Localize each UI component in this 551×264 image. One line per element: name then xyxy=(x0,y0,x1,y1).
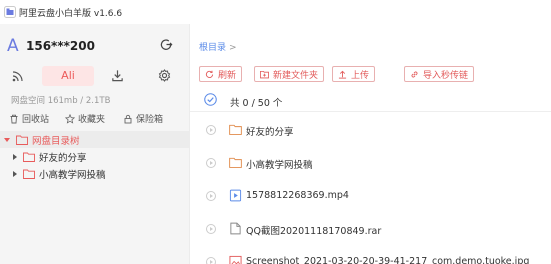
logout-icon[interactable] xyxy=(160,38,173,51)
trash-icon xyxy=(10,114,18,123)
folder-icon xyxy=(23,152,35,162)
account-name[interactable]: 156***200 xyxy=(26,39,95,53)
refresh-label: 刷新 xyxy=(218,70,237,81)
recycle-bin-label: 回收站 xyxy=(22,115,50,125)
tab-ali[interactable]: Ali xyxy=(42,66,94,86)
safe-box-link[interactable]: 保险箱 xyxy=(123,112,163,125)
lock-icon xyxy=(124,114,132,123)
quick-links: 回收站 收藏夹 保险箱 xyxy=(0,112,190,126)
download-icon[interactable] xyxy=(111,69,124,82)
list-header: 共 0 / 50 个 xyxy=(190,88,551,112)
breadcrumb: 根目录 > xyxy=(199,40,237,53)
expand-arrow-icon[interactable] xyxy=(13,154,17,160)
recycle-bin-link[interactable]: 回收站 xyxy=(9,112,49,125)
image-file-icon xyxy=(229,255,242,264)
row-checkbox[interactable] xyxy=(206,257,216,264)
tree-item-xiaogao[interactable]: 小高教学网投稿 xyxy=(13,166,106,182)
import-link-button[interactable]: 导入秒传链 xyxy=(404,66,475,82)
star-icon xyxy=(65,113,75,124)
folder-icon xyxy=(23,169,35,179)
safe-box-label: 保险箱 xyxy=(136,115,164,125)
sidebar: A 156***200 Ali 网盘空间 161mb / 2.1TB 回收站 收… xyxy=(0,24,190,264)
favorites-link[interactable]: 收藏夹 xyxy=(65,112,105,125)
tree-root[interactable]: 网盘目录树 xyxy=(4,132,80,148)
favorites-label: 收藏夹 xyxy=(78,115,106,125)
app-logo-icon xyxy=(4,6,16,18)
upload-label: 上传 xyxy=(351,70,370,81)
breadcrumb-root[interactable]: 根目录 xyxy=(199,43,226,53)
file-name: Screenshot_2021-03-20-20-39-41-217_com.d… xyxy=(246,256,530,264)
title-bar: 阿里云盘小白羊版 v1.6.6 xyxy=(0,0,551,24)
upload-button[interactable]: 上传 xyxy=(332,66,376,82)
avatar[interactable]: A xyxy=(7,36,19,56)
rss-icon[interactable] xyxy=(12,70,24,82)
refresh-icon xyxy=(205,70,214,78)
row-checkbox[interactable] xyxy=(206,125,216,135)
app-window: 阿里云盘小白羊版 v1.6.6 A 156***200 Ali 网盘空间 161… xyxy=(0,0,551,264)
video-file-icon xyxy=(229,189,242,202)
link-icon xyxy=(411,71,418,77)
breadcrumb-separator: > xyxy=(229,43,237,53)
window-title: 阿里云盘小白羊版 v1.6.6 xyxy=(19,9,123,19)
tree-item-friend-share[interactable]: 好友的分享 xyxy=(13,149,87,165)
list-item[interactable]: QQ截图20201118170849.rar xyxy=(190,214,551,244)
new-folder-label: 新建文件夹 xyxy=(273,70,319,81)
folder-icon xyxy=(229,124,242,135)
list-item[interactable]: Screenshot_2021-03-20-20-39-41-217_com.d… xyxy=(190,247,551,264)
folder-icon xyxy=(229,157,242,168)
tree-item-label: 小高教学网投稿 xyxy=(39,170,106,181)
file-icon xyxy=(230,222,241,235)
tree-root-label: 网盘目录树 xyxy=(32,136,80,147)
row-checkbox[interactable] xyxy=(206,191,216,201)
file-name: 1578812268369.mp4 xyxy=(246,190,349,201)
selection-count: 共 0 / 50 个 xyxy=(230,98,283,109)
row-checkbox[interactable] xyxy=(206,158,216,168)
refresh-button[interactable]: 刷新 xyxy=(199,66,243,82)
new-folder-icon xyxy=(260,70,269,78)
import-link-label: 导入秒传链 xyxy=(423,70,469,81)
list-item[interactable]: 1578812268369.mp4 xyxy=(190,181,551,211)
collapse-arrow-icon[interactable] xyxy=(4,138,10,142)
new-folder-button[interactable]: 新建文件夹 xyxy=(254,66,325,82)
nav-row: Ali xyxy=(0,66,190,86)
gear-icon[interactable] xyxy=(158,69,171,82)
list-item[interactable]: 小高教学网投稿 xyxy=(190,148,551,178)
file-panel: 根目录 > 刷新 新建文件夹 上传 导入秒传链 共 0 / 50 个 好友的分享… xyxy=(190,24,551,264)
folder-icon xyxy=(16,135,28,145)
file-name: QQ截图20201118170849.rar xyxy=(246,226,382,237)
expand-arrow-icon[interactable] xyxy=(13,171,17,177)
select-all-checkbox[interactable] xyxy=(204,93,217,106)
file-name: 小高教学网投稿 xyxy=(246,160,313,171)
file-name: 好友的分享 xyxy=(246,127,294,138)
list-item[interactable]: 好友的分享 xyxy=(190,115,551,145)
tree-item-label: 好友的分享 xyxy=(39,153,87,164)
storage-info: 网盘空间 161mb / 2.1TB xyxy=(11,96,111,106)
row-checkbox[interactable] xyxy=(206,224,216,234)
upload-icon xyxy=(338,70,347,79)
